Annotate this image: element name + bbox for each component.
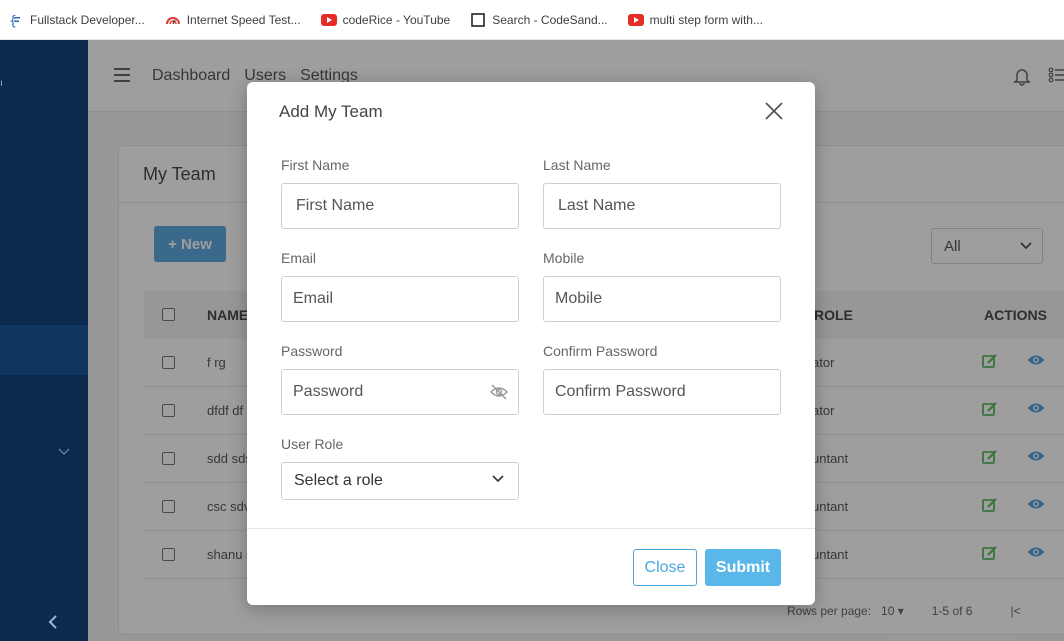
bookmark-label: Internet Speed Test... xyxy=(186,12,301,27)
first-name-label: First Name xyxy=(281,157,350,173)
email-placeholder: Email xyxy=(293,290,334,307)
bookmark-label: codeRice - YouTube xyxy=(342,12,451,27)
sidebar: ı xyxy=(0,40,88,641)
sidebar-item-active[interactable] xyxy=(0,325,88,375)
confirm-password-label: Confirm Password xyxy=(543,343,658,359)
submit-button[interactable]: Submit xyxy=(705,549,781,586)
mobile-label: Mobile xyxy=(543,250,585,266)
close-icon[interactable] xyxy=(764,101,784,121)
youtube-icon xyxy=(627,12,644,28)
bookmark-label: Search - CodeSand... xyxy=(492,12,608,27)
chevron-down-icon xyxy=(492,475,504,483)
last-name-field[interactable]: Last Name xyxy=(543,183,781,229)
modal-divider xyxy=(247,528,815,529)
modal-title: Add My Team xyxy=(279,102,383,121)
confirm-password-field[interactable]: Confirm Password xyxy=(543,369,781,415)
first-name-placeholder: First Name xyxy=(296,197,375,214)
first-name-field[interactable]: First Name xyxy=(281,183,519,229)
collapse-sidebar-icon[interactable] xyxy=(48,613,58,634)
bookmark-codesandbox[interactable]: Search - CodeSand... xyxy=(470,12,608,28)
doc-brackets-icon: { xyxy=(8,12,24,28)
user-role-select[interactable]: Select a role xyxy=(281,462,519,500)
user-role-value: Select a role xyxy=(294,472,383,489)
last-name-placeholder: Last Name xyxy=(558,197,636,214)
last-name-label: Last Name xyxy=(543,157,611,173)
eye-off-icon[interactable] xyxy=(490,384,508,405)
confirm-password-placeholder: Confirm Password xyxy=(555,383,686,400)
password-placeholder: Password xyxy=(293,383,364,400)
bookmark-speedtest[interactable]: Internet Speed Test... xyxy=(165,12,301,28)
email-field[interactable]: Email xyxy=(281,276,519,322)
bookmark-coderice[interactable]: codeRice - YouTube xyxy=(320,12,451,28)
chevron-down-icon[interactable] xyxy=(58,445,70,459)
bookmark-label: multi step form with... xyxy=(649,12,763,27)
password-field[interactable]: Password xyxy=(281,369,519,415)
speedometer-icon xyxy=(165,12,181,28)
close-button[interactable]: Close xyxy=(633,549,697,586)
youtube-icon xyxy=(320,12,337,28)
mobile-placeholder: Mobile xyxy=(555,290,603,307)
bookmark-multistep[interactable]: multi step form with... xyxy=(627,12,763,28)
sidebar-logo-fragment: ı xyxy=(0,78,3,89)
password-label: Password xyxy=(281,343,343,359)
bookmark-label: Fullstack Developer... xyxy=(30,12,145,27)
bookmarks-bar: { Fullstack Developer... Internet Speed … xyxy=(0,0,1064,40)
mobile-field[interactable]: Mobile xyxy=(543,276,781,322)
bookmark-fullstack[interactable]: { Fullstack Developer... xyxy=(8,12,145,28)
email-label: Email xyxy=(281,250,317,266)
user-role-label: User Role xyxy=(281,436,344,452)
add-team-modal: Add My Team First Name First Name Last N… xyxy=(247,82,815,605)
codesandbox-icon xyxy=(470,12,486,28)
